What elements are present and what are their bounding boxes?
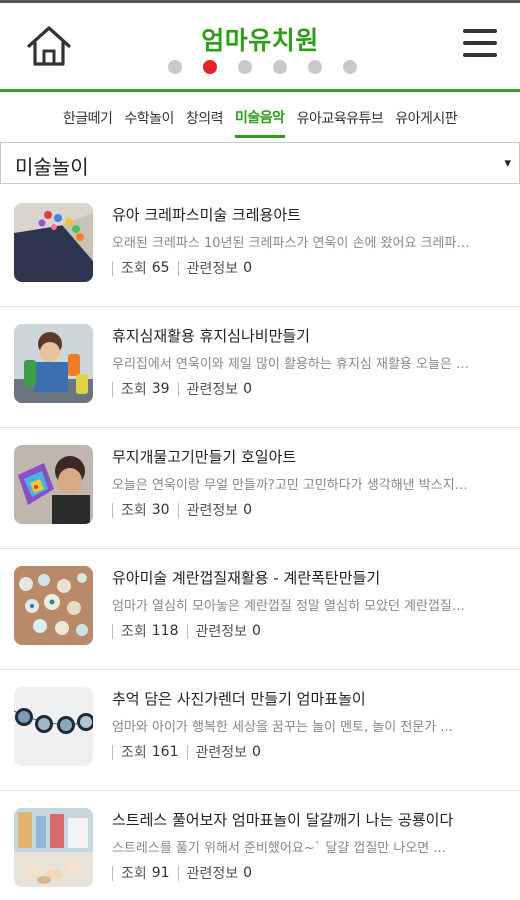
list-item[interactable]: 스트레스 풀어보자 엄마표놀이 달걀깨기 나는 공룡이다 스트레스를 풀기 위해… (0, 791, 520, 900)
tab-hangul[interactable]: 한글떼기 (63, 96, 113, 136)
page-dot[interactable] (238, 60, 252, 74)
views-count: 65 (151, 260, 170, 276)
tab-creativity[interactable]: 창의력 (186, 96, 224, 136)
views-label: 조회 (121, 866, 147, 882)
subcategory-select-value: 미술놀이 (15, 155, 89, 179)
post-title: 추억 담은 사진가렌더 만들기 엄마표놀이 (112, 690, 366, 708)
views-label: 조회 (121, 745, 147, 761)
post-meta: 조회 30 관련정보 0 (112, 500, 252, 520)
page-dot[interactable] (273, 60, 287, 74)
related-label: 관련정보 (195, 624, 248, 640)
related-label: 관련정보 (195, 745, 248, 761)
list-item[interactable]: 무지개물고기만들기 호일아트 오늘은 연욱이랑 무얼 만들까?고민 고민하다가 … (0, 428, 520, 549)
post-thumbnail (14, 324, 93, 403)
views-label: 조회 (121, 624, 147, 640)
list-item[interactable]: 유아미술 계란껍질재활용 - 계란폭탄만들기 엄마가 열심히 모아놓은 계란껍질… (0, 549, 520, 670)
app-header: 엄마유치원 (0, 3, 520, 89)
related-count: 0 (252, 623, 261, 639)
views-count: 30 (151, 502, 170, 518)
post-thumbnail (14, 445, 93, 524)
post-excerpt: 스트레스를 풀기 위해서 준비했어요~` 달걀 껍질만 나오면 ... (112, 841, 446, 856)
related-count: 0 (252, 744, 261, 760)
views-count: 91 (151, 865, 170, 881)
post-title: 무지개물고기만들기 호일아트 (112, 448, 297, 466)
post-title: 유아미술 계란껍질재활용 - 계란폭탄만들기 (112, 569, 381, 587)
views-count: 161 (151, 744, 179, 760)
post-thumbnail (14, 808, 93, 887)
post-excerpt: 오래된 크레파스 10년된 크레파스가 연욱이 손에 왔어요 크레파스가 ... (112, 236, 474, 251)
page-dot[interactable] (168, 60, 182, 74)
app-title: 엄마유치원 (201, 26, 319, 55)
related-label: 관련정보 (186, 261, 239, 277)
post-title: 휴지심재활용 휴지심나비만들기 (112, 327, 310, 345)
views-label: 조회 (121, 382, 147, 398)
list-item[interactable]: 휴지심재활용 휴지심나비만들기 우리집에서 연욱이와 제일 많이 활용하는 휴지… (0, 307, 520, 428)
views-count: 118 (151, 623, 179, 639)
post-excerpt: 우리집에서 연욱이와 제일 많이 활용하는 휴지심 재활용 오늘은 휴지심 ..… (112, 357, 474, 372)
tab-art-music[interactable]: 미술음악 (235, 95, 285, 138)
page-dot[interactable] (308, 60, 322, 74)
post-thumbnail (14, 566, 93, 645)
tab-youtube[interactable]: 유아교육유튜브 (297, 96, 384, 136)
page-dot[interactable] (343, 60, 357, 74)
post-meta: 조회 91 관련정보 0 (112, 863, 252, 883)
subcategory-select[interactable]: 미술놀이 ▾ (0, 142, 520, 184)
post-title: 스트레스 풀어보자 엄마표놀이 달걀깨기 나는 공룡이다 (112, 811, 454, 829)
post-excerpt: 엄마가 열심히 모아놓은 계란껍질 정말 열심히 모았던 계란껍질을 ... (112, 599, 474, 614)
related-label: 관련정보 (186, 382, 239, 398)
post-thumbnail (14, 687, 93, 766)
page-dot-active[interactable] (203, 60, 217, 74)
post-meta: 조회 39 관련정보 0 (112, 379, 252, 399)
hamburger-menu-icon (460, 29, 500, 57)
list-item[interactable]: 추억 담은 사진가렌더 만들기 엄마표놀이 엄마와 아이가 행복한 세상을 꿈꾸… (0, 670, 520, 791)
post-excerpt: 엄마와 아이가 행복한 세상을 꿈꾸는 놀이 멘토, 놀이 전문가 ... (112, 720, 453, 735)
post-meta: 조회 65 관련정보 0 (112, 258, 252, 278)
related-label: 관련정보 (186, 866, 239, 882)
post-meta: 조회 118 관련정보 0 (112, 621, 261, 641)
related-count: 0 (243, 381, 253, 397)
related-count: 0 (243, 260, 253, 276)
hamburger-menu-button[interactable] (460, 29, 500, 63)
related-label: 관련정보 (186, 503, 239, 519)
post-thumbnail (14, 203, 93, 282)
views-count: 39 (151, 381, 170, 397)
related-count: 0 (243, 865, 253, 881)
page-indicator (168, 60, 358, 74)
views-label: 조회 (121, 261, 147, 277)
list-item[interactable]: 유아 크레파스미술 크레용아트 오래된 크레파스 10년된 크레파스가 연욱이 … (0, 186, 520, 307)
dropdown-arrow-icon: ▾ (504, 156, 511, 171)
post-title: 유아 크레파스미술 크레용아트 (112, 206, 301, 224)
post-excerpt: 오늘은 연욱이랑 무얼 만들까?고민 고민하다가 생각해낸 박스지와 호일 ..… (112, 478, 474, 493)
tab-board[interactable]: 유아게시판 (395, 96, 457, 136)
tab-math[interactable]: 수학놀이 (124, 96, 174, 136)
views-label: 조회 (121, 503, 147, 519)
related-count: 0 (243, 502, 253, 518)
post-meta: 조회 161 관련정보 0 (112, 742, 261, 762)
category-tabs: 한글떼기 수학놀이 창의력 미술음악 유아교육유튜브 유아게시판 (0, 92, 520, 140)
post-list: 유아 크레파스미술 크레용아트 오래된 크레파스 10년된 크레파스가 연욱이 … (0, 186, 520, 900)
